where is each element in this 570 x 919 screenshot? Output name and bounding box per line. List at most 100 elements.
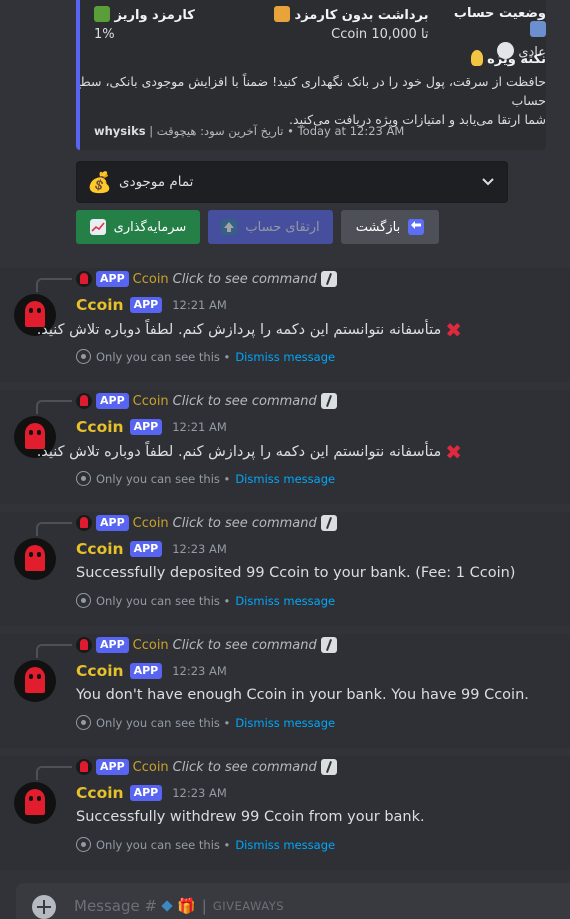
ephemeral-notice: Only you can see this • Dismiss message <box>76 715 335 730</box>
ephemeral-notice: Only you can see this • Dismiss message <box>76 593 335 608</box>
see-command-link[interactable]: Click to see command <box>173 272 317 287</box>
channel-name: GIVEAWAYS <box>212 899 285 913</box>
command-reply-header[interactable]: APP Ccoin Click to see command <box>76 393 337 409</box>
embed-field-free-withdraw: برداشت بدون کارمزد تا 10,000 Ccoin <box>274 6 429 42</box>
bank-embed: کارمزد واریز 1% برداشت بدون کارمزد تا 10… <box>76 0 546 150</box>
placeholder-text: Message # <box>74 897 158 915</box>
author-name[interactable]: Ccoin <box>76 296 124 314</box>
see-command-link[interactable]: Click to see command <box>173 638 317 653</box>
chart-increasing-icon <box>89 219 106 235</box>
author-name[interactable]: Ccoin <box>76 784 124 802</box>
reply-avatar <box>76 759 92 775</box>
tip-text-line: حافظت از سرقت، پول خود را در بانک نگهدار… <box>76 74 546 108</box>
message-body: You don't have enough Ccoin in your bank… <box>76 687 529 703</box>
invest-button[interactable]: سرمایه‌گذاری <box>76 210 200 244</box>
app-badge: APP <box>129 419 163 435</box>
slash-command-icon <box>320 393 337 409</box>
field-name: وضعیت حساب <box>453 6 546 21</box>
reply-avatar <box>76 271 92 287</box>
message-body: ✖ متأسفانه نتوانستم این دکمه را پردازش کن… <box>37 318 462 342</box>
ephemeral-text: Only you can see this • <box>96 715 231 730</box>
avatar[interactable] <box>14 782 56 824</box>
app-badge: APP <box>129 663 163 679</box>
tip-title: نکته ویژه <box>86 50 546 67</box>
reply-connector <box>36 522 72 536</box>
app-badge: APP <box>129 297 163 313</box>
reply-author: Ccoin <box>132 271 169 287</box>
dismiss-message-link[interactable]: Dismiss message <box>235 838 335 852</box>
app-badge: APP <box>96 393 129 409</box>
slash-command-icon <box>320 271 337 287</box>
separator: | <box>201 897 207 915</box>
dismiss-message-link[interactable]: Dismiss message <box>235 716 335 730</box>
chevron-down-icon <box>482 178 494 186</box>
author-name[interactable]: Ccoin <box>76 662 124 680</box>
money-wings-icon <box>94 6 110 22</box>
ephemeral-text: Only you can see this • <box>96 471 231 486</box>
ghost-icon <box>25 667 45 693</box>
message-body: ✖ متأسفانه نتوانستم این دکمه را پردازش کن… <box>37 440 462 464</box>
ephemeral-text: Only you can see this • <box>96 837 231 852</box>
see-command-link[interactable]: Click to see command <box>173 394 317 409</box>
command-reply-header[interactable]: APP Ccoin Click to see command <box>76 637 337 653</box>
eye-icon <box>76 715 91 730</box>
cross-mark-icon: ✖ <box>445 318 462 342</box>
message-header: Ccoin APP 12:23 AM <box>76 540 227 558</box>
message-composer[interactable]: Message # 🎁 | GIVEAWAYS <box>16 883 570 919</box>
eye-icon <box>76 593 91 608</box>
field-name: برداشت بدون کارمزد <box>294 8 429 23</box>
message-input[interactable]: Message # 🎁 | GIVEAWAYS <box>74 897 284 915</box>
back-arrow-icon <box>408 219 425 235</box>
upgrade-account-button[interactable]: ارتقای حساب <box>208 210 333 244</box>
reply-avatar <box>76 515 92 531</box>
timestamp: 12:21 AM <box>172 298 227 312</box>
field-name: کارمزد واریز <box>114 8 195 23</box>
command-reply-header[interactable]: APP Ccoin Click to see command <box>76 515 337 531</box>
timestamp: 12:23 AM <box>172 542 227 556</box>
dismiss-message-link[interactable]: Dismiss message <box>235 472 335 486</box>
footer-time: • Today at 12:23 AM <box>287 124 405 138</box>
ephemeral-notice: Only you can see this • Dismiss message <box>76 471 335 486</box>
money-bag-icon: 💰 <box>87 170 112 194</box>
message-header: Ccoin APP 12:23 AM <box>76 662 227 680</box>
tip-text: حافظت از سرقت، پول خود را در بانک نگهدار… <box>76 72 546 129</box>
amount-select[interactable]: 💰 تمام موجودی <box>76 161 508 203</box>
cross-mark-icon: ✖ <box>445 440 462 464</box>
add-attachment-icon[interactable] <box>32 895 56 919</box>
message-header: Ccoin APP 12:23 AM <box>76 784 227 802</box>
slash-command-icon <box>320 637 337 653</box>
dismiss-message-link[interactable]: Dismiss message <box>235 594 335 608</box>
see-command-link[interactable]: Click to see command <box>173 516 317 531</box>
reply-connector <box>36 766 72 780</box>
slash-command-icon <box>320 515 337 531</box>
light-bulb-icon <box>470 50 483 66</box>
reply-author: Ccoin <box>132 759 169 775</box>
command-reply-header[interactable]: APP Ccoin Click to see command <box>76 759 337 775</box>
author-name[interactable]: Ccoin <box>76 418 124 436</box>
back-button[interactable]: بازگشت <box>341 210 439 244</box>
eye-icon <box>76 471 91 486</box>
message-body: Successfully deposited 99 Ccoin to your … <box>76 565 516 581</box>
see-command-link[interactable]: Click to see command <box>173 760 317 775</box>
upgrade-label: ارتقای حساب <box>245 219 320 235</box>
command-reply-header[interactable]: APP Ccoin Click to see command <box>76 271 337 287</box>
up-arrow-icon <box>221 219 238 235</box>
reply-connector <box>36 278 72 292</box>
invest-label: سرمایه‌گذاری <box>113 219 187 235</box>
field-value: تا 10,000 Ccoin <box>331 27 429 42</box>
reply-connector <box>36 644 72 658</box>
embed-footer: whysiks | تاریخ آخرین سود: هیچوقت • Toda… <box>94 124 404 138</box>
select-label: تمام موجودی <box>119 174 194 190</box>
blue-diamond-icon <box>161 900 173 912</box>
reply-author: Ccoin <box>132 637 169 653</box>
reply-author: Ccoin <box>132 515 169 531</box>
message-group: APP Ccoin Click to see command Ccoin APP… <box>0 390 570 504</box>
ghost-icon <box>25 789 45 815</box>
field-value: 1% <box>94 27 115 42</box>
app-badge: APP <box>96 637 129 653</box>
author-name[interactable]: Ccoin <box>76 540 124 558</box>
avatar[interactable] <box>14 538 56 580</box>
avatar[interactable] <box>14 660 56 702</box>
dismiss-message-link[interactable]: Dismiss message <box>235 350 335 364</box>
embed-field-deposit-fee: کارمزد واریز 1% <box>94 6 195 42</box>
